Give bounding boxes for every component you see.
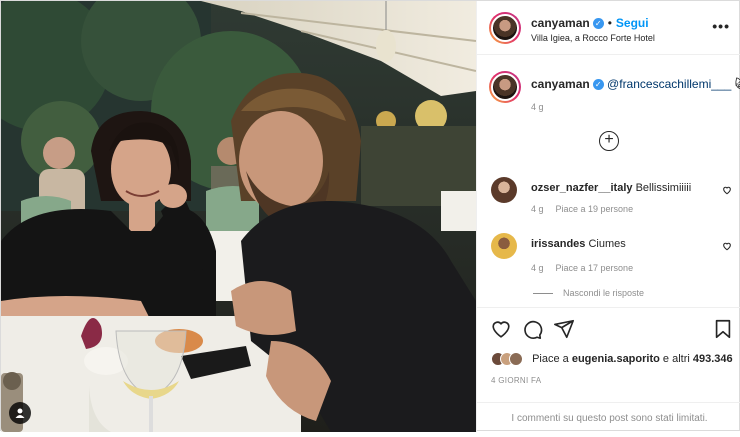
post-photo[interactable] (1, 1, 476, 432)
comment-text: irissandes Ciumes (531, 238, 626, 250)
post-date[interactable]: 4 GIORNI FA (491, 376, 541, 385)
caption-text: canyaman✓ @francescachillemi___ 🙀 (531, 77, 740, 91)
caption-time[interactable]: 4 g (531, 102, 544, 112)
comment-time[interactable]: 4 g (531, 263, 544, 273)
liker-username[interactable]: eugenia.saporito (572, 353, 660, 365)
like-heart-icon[interactable] (490, 318, 512, 340)
post-actions: Piace a eugenia.saporito e altri 493.346… (477, 307, 740, 437)
caption-emoji: 🙀 (735, 77, 740, 91)
likes-prefix: Piace a (532, 352, 569, 365)
comments-limited-notice: I commenti su questo post sono stati lim… (477, 402, 740, 424)
comment-avatar[interactable] (491, 177, 517, 203)
likes-count[interactable]: 493.346 (693, 353, 733, 365)
more-options-icon[interactable]: ••• (712, 18, 730, 34)
verified-badge-icon: ✓ (592, 18, 604, 30)
comment-body: Bellissimiiiii (635, 182, 692, 194)
comment-bubble-icon[interactable] (521, 318, 543, 340)
post-location[interactable]: Villa Igiea, a Rocco Forte Hotel (531, 33, 655, 43)
hide-replies-button[interactable]: Nascondi le risposte (533, 288, 644, 298)
instagram-post: canyaman ✓ • Segui Villa Igiea, a Rocco For… (0, 0, 740, 432)
tagged-users-icon[interactable] (9, 402, 31, 424)
replies-divider (533, 293, 553, 295)
hide-replies-label: Nascondi le risposte (563, 288, 645, 298)
header-title-line: canyaman ✓ • Segui (531, 16, 649, 30)
author-username[interactable]: canyaman (531, 16, 590, 30)
post-header: canyaman ✓ • Segui Villa Igiea, a Rocco For… (477, 1, 740, 55)
post-caption: canyaman✓ @francescachillemi___ 🙀 4 g + (477, 55, 740, 175)
comment-like-heart-icon[interactable] (722, 185, 732, 195)
photo-illustration (1, 1, 476, 432)
author-avatar[interactable] (489, 12, 521, 44)
likes-summary: Piace a eugenia.saporito e altri 493.346 (491, 352, 733, 366)
comment-text: ozser_nazfer__italy Bellissimiiiii (531, 182, 691, 194)
liker-avatar (509, 352, 523, 366)
comment-body: Ciumes (588, 238, 626, 250)
comment-item: irissandes Ciumes 4 g Piace a 17 persone (477, 229, 740, 289)
comment-item: ozser_nazfer__italy Bellissimiiiii 4 g Pi… (477, 173, 740, 233)
comment-like-heart-icon[interactable] (722, 241, 732, 251)
follow-button[interactable]: Segui (616, 16, 649, 30)
comment-username[interactable]: ozser_nazfer__italy (531, 182, 633, 194)
separator-dot: • (607, 16, 612, 30)
post-sidebar: canyaman ✓ • Segui Villa Igiea, a Rocco For… (476, 1, 740, 432)
comment-likes[interactable]: Piace a 19 persone (556, 204, 634, 214)
caption-author-avatar[interactable] (489, 71, 521, 103)
comment-time[interactable]: 4 g (531, 204, 544, 214)
comment-avatar[interactable] (491, 233, 517, 259)
likes-connector: e altri (662, 352, 690, 365)
load-more-comments-button[interactable]: + (599, 131, 619, 151)
caption-mention-link[interactable]: @francescachillemi___ (607, 77, 731, 91)
comment-username[interactable]: irissandes (531, 238, 585, 250)
comment-meta: 4 g Piace a 19 persone (531, 204, 645, 214)
caption-username[interactable]: canyaman (531, 77, 590, 91)
comment-likes[interactable]: Piace a 17 persone (556, 263, 634, 273)
save-bookmark-icon[interactable] (712, 318, 734, 340)
comment-meta: 4 g Piace a 17 persone (531, 263, 645, 273)
share-send-icon[interactable] (553, 318, 575, 340)
verified-badge-icon: ✓ (592, 79, 604, 91)
